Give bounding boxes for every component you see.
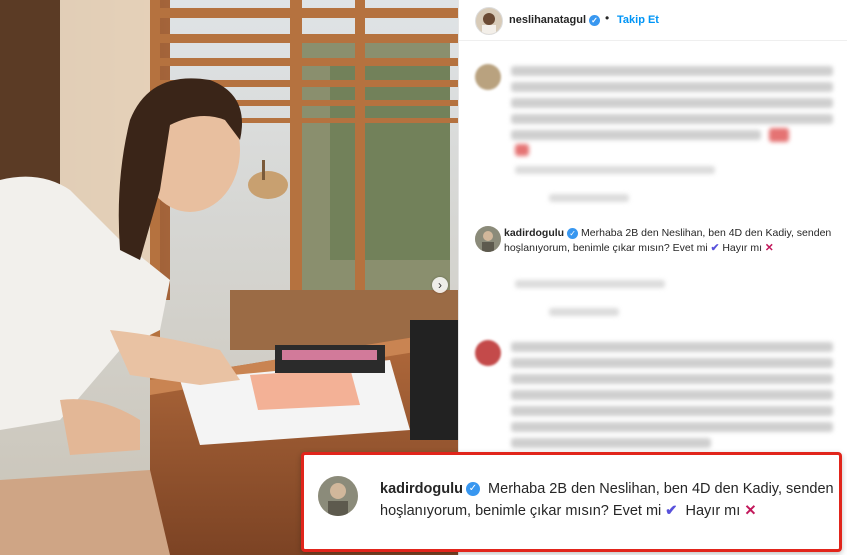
blurred-comment-line xyxy=(511,358,833,368)
post-username[interactable]: neslihanatagul ✓ xyxy=(509,14,601,26)
caption-avatar[interactable] xyxy=(475,64,501,90)
blurred-meta xyxy=(515,280,665,288)
blurred-emoji xyxy=(769,128,789,142)
blurred-meta xyxy=(515,166,715,174)
carousel-next-button[interactable]: › xyxy=(432,277,448,293)
cross-icon: ✕ xyxy=(764,242,774,254)
blurred-comment-line xyxy=(511,342,833,352)
comment-text-end: Hayır mı xyxy=(722,242,762,254)
follow-button[interactable]: Takip Et xyxy=(617,14,659,26)
avatar[interactable] xyxy=(475,7,503,35)
comment-avatar[interactable] xyxy=(475,226,501,252)
highlighted-comment-zoom: kadirdogulu ✓ Merhaba 2B den Neslihan, be… xyxy=(301,452,842,552)
post-username-text: neslihanatagul xyxy=(509,14,587,26)
comment-username[interactable]: kadirdogulu xyxy=(504,227,564,239)
post-header: neslihanatagul ✓ • Takip Et xyxy=(459,0,847,41)
comment-body: kadirdogulu ✓ Merhaba 2B den Neslihan, be… xyxy=(504,226,839,256)
blurred-comment-line xyxy=(511,406,833,416)
cross-icon: ✕ xyxy=(744,503,757,519)
zoom-comment-username[interactable]: kadirdogulu xyxy=(380,481,463,497)
blurred-caption-line xyxy=(511,114,833,124)
check-icon: ✔ xyxy=(665,503,678,519)
separator-dot: • xyxy=(605,11,610,25)
blurred-comment-line xyxy=(511,422,833,432)
blurred-comment-line xyxy=(511,374,833,384)
blurred-caption-line xyxy=(511,82,833,92)
comment-avatar[interactable] xyxy=(475,340,501,366)
zoom-comment-text-end: Hayır mı xyxy=(685,503,741,519)
comment-avatar-image xyxy=(475,226,501,252)
blurred-meta xyxy=(549,308,619,316)
blurred-caption-line xyxy=(511,130,761,140)
avatar-image xyxy=(476,8,502,34)
blurred-meta xyxy=(549,194,629,202)
verified-icon: ✓ xyxy=(567,227,579,239)
zoom-comment-avatar-image xyxy=(318,476,358,516)
blurred-comment-line xyxy=(511,438,711,448)
verified-icon: ✓ xyxy=(465,482,480,497)
blurred-caption-line xyxy=(511,66,833,76)
verified-icon: ✓ xyxy=(589,14,601,26)
zoom-comment-avatar[interactable] xyxy=(318,476,358,516)
blurred-caption-line xyxy=(511,98,833,108)
zoom-comment-body: kadirdogulu ✓ Merhaba 2B den Neslihan, be… xyxy=(380,478,835,522)
check-icon: ✔ xyxy=(710,242,720,254)
blurred-comment-line xyxy=(511,390,833,400)
blurred-emoji xyxy=(515,144,529,156)
